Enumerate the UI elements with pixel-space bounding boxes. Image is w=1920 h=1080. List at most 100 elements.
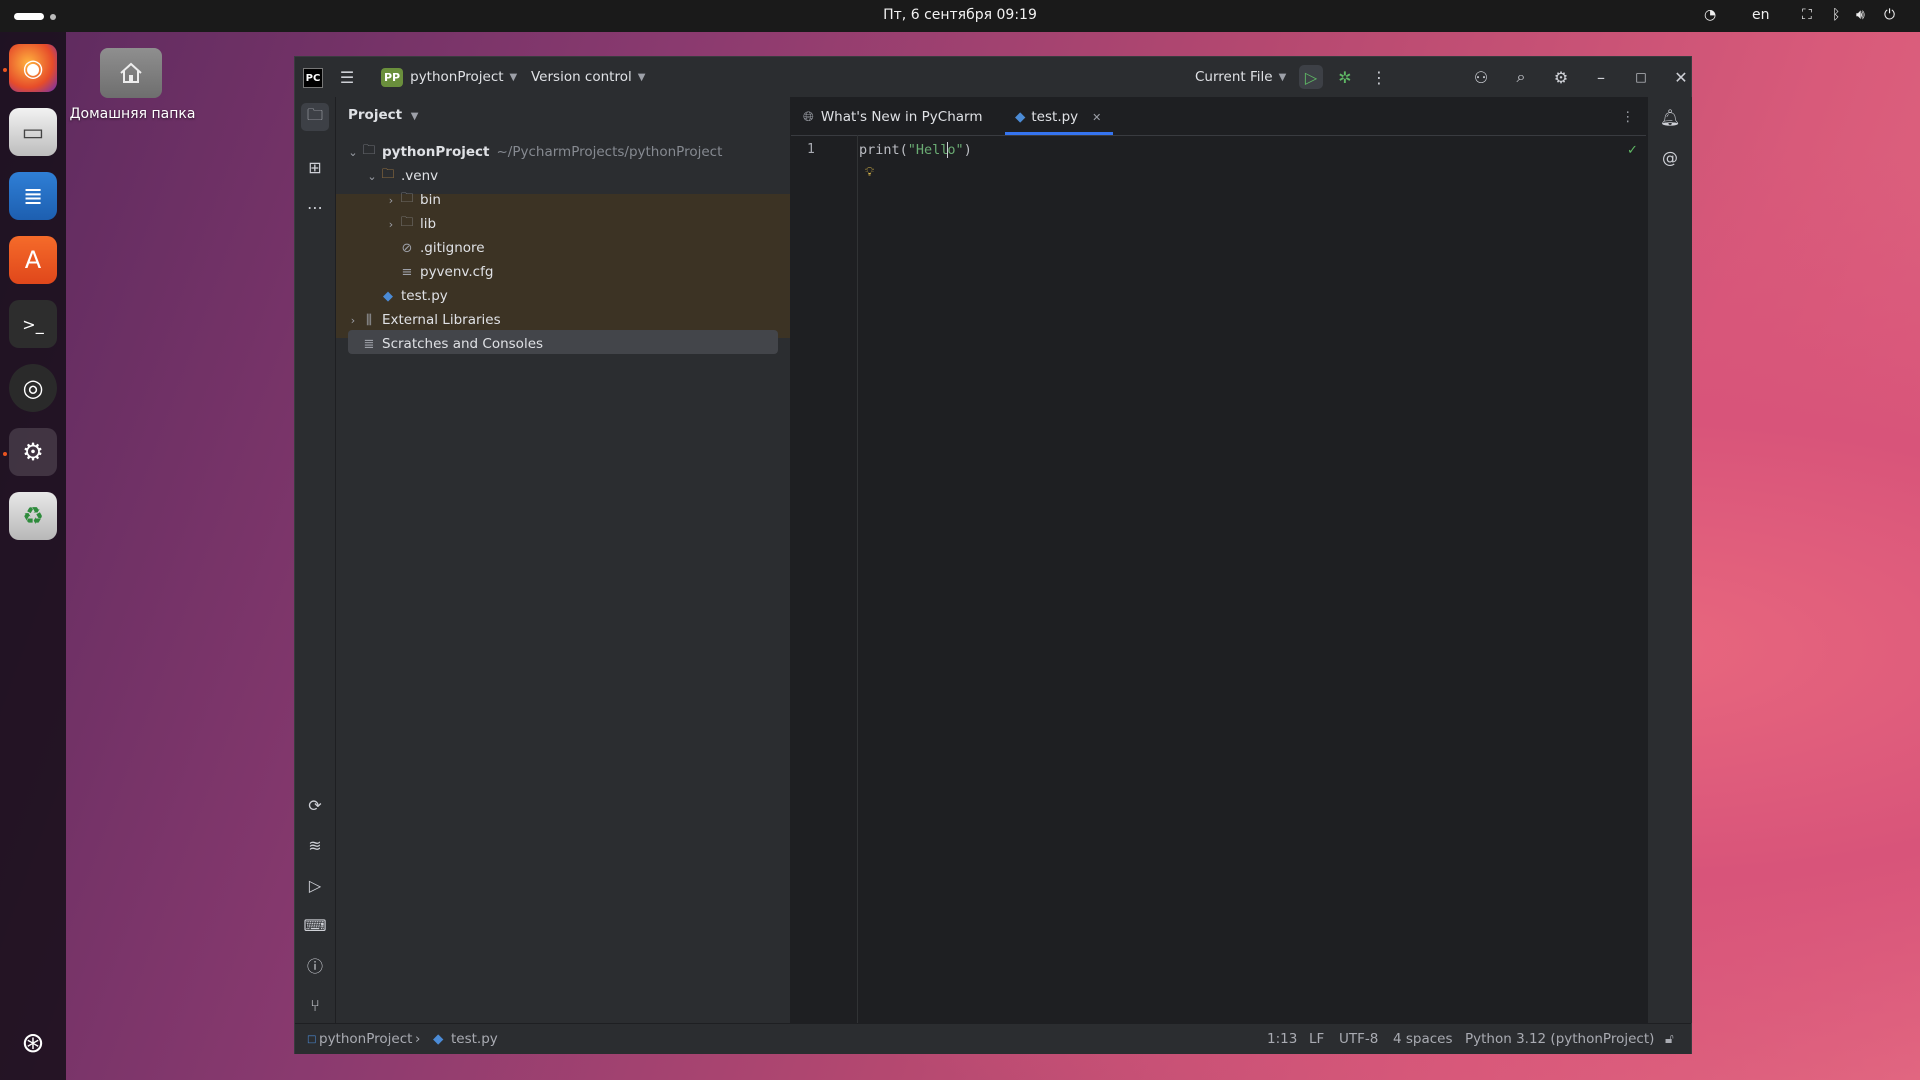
power-icon[interactable]: ⏻	[1884, 7, 1895, 23]
close-button[interactable]: ✕	[1669, 65, 1693, 89]
chevron-down-icon: ⌄	[348, 145, 358, 159]
ignore-file-icon: ⊘	[401, 240, 413, 256]
editor-area: 🌐︎ What's New in PyCharm ◆ test.py ✕ ⋮ 1…	[791, 97, 1646, 1023]
tree-item-test-py[interactable]: ◆ test.py	[379, 284, 448, 308]
line-number: 1	[807, 142, 815, 157]
files-icon[interactable]: ▭	[9, 108, 57, 156]
file-encoding[interactable]: UTF-8	[1339, 1031, 1378, 1047]
writer-icon[interactable]: ≣	[9, 172, 57, 220]
globe-icon: 🌐︎	[803, 109, 814, 125]
terminal-icon[interactable]: >_	[9, 300, 57, 348]
tree-item-gitignore[interactable]: ⊘ .gitignore	[398, 236, 485, 260]
chevron-down-icon: ▼	[1278, 71, 1287, 83]
active-tab-indicator	[1005, 132, 1113, 135]
pycharm-logo-icon: PC	[303, 68, 323, 88]
code-paren: )	[963, 142, 972, 158]
module-icon: □	[307, 1034, 317, 1045]
intention-bulb-icon[interactable]: 💡︎	[865, 165, 874, 180]
library-icon: ⫼	[366, 312, 372, 328]
run-button[interactable]: ▷	[1299, 65, 1323, 89]
line-gutter	[791, 135, 858, 1023]
settings-icon[interactable]: ⚙	[9, 428, 57, 476]
folder-icon: 🗀	[400, 191, 414, 206]
network-icon[interactable]: ⛶	[1802, 7, 1812, 23]
notifications-icon[interactable]: 🔔︎	[1656, 103, 1684, 131]
bluetooth-icon[interactable]: ᛒ	[1832, 7, 1840, 23]
more-tools-icon[interactable]: ⋯	[301, 193, 329, 221]
line-separator[interactable]: LF	[1309, 1031, 1324, 1047]
ai-assistant-icon[interactable]: @	[1656, 143, 1684, 171]
python-packages-icon[interactable]: ≋	[301, 831, 329, 859]
tree-item-bin[interactable]: › 🗀 bin	[384, 188, 441, 212]
main-menu-icon[interactable]: ☰	[335, 65, 359, 89]
services-icon[interactable]: ▷	[301, 871, 329, 899]
maximize-button[interactable]: □	[1629, 65, 1653, 89]
running-indicator	[3, 452, 7, 456]
run-configuration-selector[interactable]: Current File ▼	[1195, 65, 1286, 89]
tree-item-label: .gitignore	[420, 240, 485, 256]
chevron-down-icon: ▼	[509, 71, 518, 83]
read-only-lock-icon[interactable]: 🔓︎	[1665, 1031, 1674, 1047]
settings-gear-icon[interactable]: ⚙	[1549, 65, 1573, 89]
tree-item-project-root[interactable]: ⌄ 🗀 pythonProject ~/PycharmProjects/pyth…	[346, 140, 722, 164]
tab-label: test.py	[1031, 109, 1079, 125]
code-string: "Hell	[907, 142, 949, 158]
scratches-icon: ≣	[363, 336, 375, 352]
left-tool-strip: 🗀 ⊞ ⋯ ⟳ ≋ ▷ ⌨ ⓘ ⑂	[295, 97, 336, 1023]
home-folder-icon[interactable]	[100, 48, 162, 98]
folder-icon: 🗀	[362, 143, 376, 158]
tree-item-label: pythonProject	[382, 144, 490, 160]
tree-item-label: test.py	[401, 288, 448, 304]
breadcrumb-file[interactable]: test.py	[451, 1031, 498, 1047]
firefox-icon[interactable]: ◉	[9, 44, 57, 92]
python-interpreter[interactable]: Python 3.12 (pythonProject)	[1465, 1031, 1654, 1047]
show-apps-icon[interactable]: ⊛	[9, 1018, 57, 1066]
tree-item-lib[interactable]: › 🗀 lib	[384, 212, 436, 236]
search-icon[interactable]: ⌕	[1509, 65, 1533, 89]
text-file-icon: ≡	[401, 264, 413, 280]
editor-tabs: 🌐︎ What's New in PyCharm ◆ test.py ✕ ⋮	[791, 97, 1646, 136]
no-problems-check-icon[interactable]: ✓	[1627, 143, 1638, 158]
tab-options-icon[interactable]: ⋮	[1621, 105, 1635, 129]
tree-item-external-libraries[interactable]: › ⫼ External Libraries	[346, 308, 501, 332]
project-switcher[interactable]: PP pythonProject ▼	[381, 65, 517, 89]
project-name: pythonProject	[410, 69, 504, 85]
trash-icon[interactable]: ♻	[9, 492, 57, 540]
clock[interactable]: Пт, 6 сентября 09:19	[0, 7, 1920, 23]
tree-item-scratches[interactable]: ≣ Scratches and Consoles	[360, 332, 543, 356]
project-header-label: Project	[348, 107, 403, 123]
version-control-menu[interactable]: Version control ▼	[531, 65, 645, 89]
project-folder-icon[interactable]: 🗀	[301, 103, 329, 131]
tab-whats-new[interactable]: 🌐︎ What's New in PyCharm	[803, 105, 983, 129]
tab-test-py[interactable]: ◆ test.py ✕	[1015, 105, 1101, 129]
excluded-folder-icon: 🗀	[381, 167, 395, 182]
indent-setting[interactable]: 4 spaces	[1393, 1031, 1453, 1047]
debug-button[interactable]: ✲	[1333, 65, 1357, 89]
top-bar: Пт, 6 сентября 09:19 ◔ en ⛶ ᛒ 🔊︎ ⏻	[0, 0, 1920, 32]
python-file-icon: ◆	[1015, 109, 1026, 125]
language-indicator[interactable]: en	[1752, 7, 1770, 23]
home-folder-label[interactable]: Домашняя папка	[60, 106, 205, 122]
close-tab-icon[interactable]: ✕	[1092, 111, 1101, 124]
tree-item-label: lib	[420, 216, 437, 232]
project-panel-header[interactable]: Project ▼	[348, 107, 418, 123]
python-console-icon[interactable]: ⟳	[301, 791, 329, 819]
breadcrumb-project[interactable]: pythonProject	[319, 1031, 412, 1047]
running-indicator	[3, 68, 7, 72]
problems-icon[interactable]: ⓘ	[301, 951, 329, 979]
code-with-me-icon[interactable]: ⚇	[1469, 65, 1493, 89]
project-badge: PP	[381, 67, 404, 87]
more-actions-icon[interactable]: ⋮	[1367, 65, 1391, 89]
caret-position[interactable]: 1:13	[1267, 1031, 1297, 1047]
git-icon[interactable]: ⑂	[301, 991, 329, 1019]
app-center-icon[interactable]: A	[9, 236, 57, 284]
screen-share-icon[interactable]: ◔	[1704, 7, 1716, 23]
tree-item-pyvenv-cfg[interactable]: ≡ pyvenv.cfg	[398, 260, 494, 284]
code-line[interactable]: print("Hello")	[859, 142, 972, 158]
terminal-tool-icon[interactable]: ⌨	[301, 911, 329, 939]
volume-icon[interactable]: 🔊︎	[1856, 7, 1865, 23]
minimize-button[interactable]: –	[1589, 65, 1613, 89]
tree-item-venv[interactable]: ⌄ 🗀 .venv	[365, 164, 438, 188]
obs-icon[interactable]: ◎	[9, 364, 57, 412]
structure-icon[interactable]: ⊞	[301, 153, 329, 181]
